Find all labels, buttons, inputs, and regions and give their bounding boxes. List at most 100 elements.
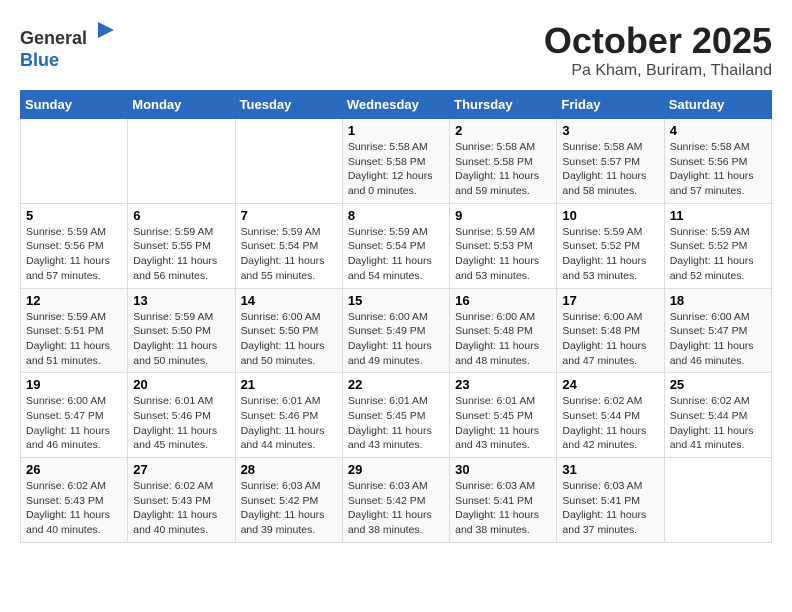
day-number: 6 [133, 208, 229, 223]
table-row: 14Sunrise: 6:00 AMSunset: 5:50 PMDayligh… [235, 288, 342, 373]
table-row: 17 Sunrise: 6:00 AMSunset: 5:48 PMDayligh… [557, 288, 664, 373]
table-row: 20 Sunrise: 6:01 AMSunset: 5:46 PMDayligh… [128, 373, 235, 458]
day-info: Sunrise: 5:58 AMSunset: 5:56 PMDaylight:… [670, 140, 766, 199]
title-block: October 2025 Pa Kham, Buriram, Thailand [544, 20, 772, 80]
table-row: 2 Sunrise: 5:58 AMSunset: 5:58 PMDaylight… [450, 119, 557, 204]
day-number: 7 [241, 208, 337, 223]
day-info: Sunrise: 6:02 AMSunset: 5:44 PMDaylight:… [670, 394, 766, 453]
day-number: 21 [241, 377, 337, 392]
day-info: Sunrise: 6:02 AMSunset: 5:43 PMDaylight:… [133, 479, 229, 538]
header-sunday: Sunday [21, 91, 128, 119]
header-monday: Monday [128, 91, 235, 119]
day-info: Sunrise: 6:00 AMSunset: 5:48 PMDaylight:… [455, 310, 551, 369]
day-info: Sunrise: 5:59 AMSunset: 5:56 PMDaylight:… [26, 225, 122, 284]
week-row-3: 12Sunrise: 5:59 AMSunset: 5:51 PMDayligh… [21, 288, 772, 373]
day-number: 5 [26, 208, 122, 223]
day-info: Sunrise: 6:01 AMSunset: 5:46 PMDaylight:… [133, 394, 229, 453]
table-row: 30Sunrise: 6:03 AMSunset: 5:41 PMDayligh… [450, 458, 557, 543]
table-row: 15Sunrise: 6:00 AMSunset: 5:49 PMDayligh… [342, 288, 449, 373]
table-row: 28 Sunrise: 6:03 AMSunset: 5:42 PMDayligh… [235, 458, 342, 543]
week-row-4: 19 Sunrise: 6:00 AMSunset: 5:47 PMDayligh… [21, 373, 772, 458]
day-number: 25 [670, 377, 766, 392]
header-saturday: Saturday [664, 91, 771, 119]
header-tuesday: Tuesday [235, 91, 342, 119]
day-number: 2 [455, 123, 551, 138]
day-number: 31 [562, 462, 658, 477]
day-info: Sunrise: 5:59 AMSunset: 5:54 PMDaylight:… [348, 225, 444, 284]
weekday-header-row: SundayMondayTuesdayWednesdayThursdayFrid… [21, 91, 772, 119]
day-info: Sunrise: 5:58 AMSunset: 5:58 PMDaylight:… [348, 140, 444, 199]
table-row: 9 Sunrise: 5:59 AMSunset: 5:53 PMDaylight… [450, 203, 557, 288]
day-info: Sunrise: 6:00 AMSunset: 5:50 PMDaylight:… [241, 310, 337, 369]
day-number: 29 [348, 462, 444, 477]
day-info: Sunrise: 6:01 AMSunset: 5:46 PMDaylight:… [241, 394, 337, 453]
logo: General Blue [20, 20, 118, 71]
week-row-1: 1 Sunrise: 5:58 AMSunset: 5:58 PMDaylight… [21, 119, 772, 204]
table-row: 19 Sunrise: 6:00 AMSunset: 5:47 PMDayligh… [21, 373, 128, 458]
table-row: 27 Sunrise: 6:02 AMSunset: 5:43 PMDayligh… [128, 458, 235, 543]
table-row: 4 Sunrise: 5:58 AMSunset: 5:56 PMDaylight… [664, 119, 771, 204]
day-number: 19 [26, 377, 122, 392]
table-row: 18Sunrise: 6:00 AMSunset: 5:47 PMDayligh… [664, 288, 771, 373]
header-friday: Friday [557, 91, 664, 119]
day-number: 28 [241, 462, 337, 477]
day-number: 16 [455, 293, 551, 308]
day-info: Sunrise: 6:00 AMSunset: 5:48 PMDaylight:… [562, 310, 658, 369]
day-info: Sunrise: 5:59 AMSunset: 5:53 PMDaylight:… [455, 225, 551, 284]
day-info: Sunrise: 5:59 AMSunset: 5:50 PMDaylight:… [133, 310, 229, 369]
day-info: Sunrise: 6:03 AMSunset: 5:42 PMDaylight:… [241, 479, 337, 538]
day-info: Sunrise: 5:59 AMSunset: 5:54 PMDaylight:… [241, 225, 337, 284]
day-info: Sunrise: 6:01 AMSunset: 5:45 PMDaylight:… [455, 394, 551, 453]
day-number: 20 [133, 377, 229, 392]
table-row: 7 Sunrise: 5:59 AMSunset: 5:54 PMDaylight… [235, 203, 342, 288]
day-number: 23 [455, 377, 551, 392]
table-row [664, 458, 771, 543]
table-row [21, 119, 128, 204]
table-row: 21 Sunrise: 6:01 AMSunset: 5:46 PMDayligh… [235, 373, 342, 458]
day-number: 12 [26, 293, 122, 308]
day-info: Sunrise: 6:00 AMSunset: 5:49 PMDaylight:… [348, 310, 444, 369]
header-thursday: Thursday [450, 91, 557, 119]
day-info: Sunrise: 6:02 AMSunset: 5:44 PMDaylight:… [562, 394, 658, 453]
day-info: Sunrise: 5:59 AMSunset: 5:52 PMDaylight:… [562, 225, 658, 284]
table-row: 22Sunrise: 6:01 AMSunset: 5:45 PMDayligh… [342, 373, 449, 458]
day-number: 4 [670, 123, 766, 138]
day-number: 9 [455, 208, 551, 223]
day-number: 17 [562, 293, 658, 308]
day-info: Sunrise: 5:58 AMSunset: 5:58 PMDaylight:… [455, 140, 551, 199]
location-subtitle: Pa Kham, Buriram, Thailand [544, 62, 772, 80]
day-info: Sunrise: 6:00 AMSunset: 5:47 PMDaylight:… [670, 310, 766, 369]
table-row: 23 Sunrise: 6:01 AMSunset: 5:45 PMDayligh… [450, 373, 557, 458]
day-info: Sunrise: 6:02 AMSunset: 5:43 PMDaylight:… [26, 479, 122, 538]
table-row [235, 119, 342, 204]
table-row: 26Sunrise: 6:02 AMSunset: 5:43 PMDayligh… [21, 458, 128, 543]
day-number: 27 [133, 462, 229, 477]
day-info: Sunrise: 5:59 AMSunset: 5:52 PMDaylight:… [670, 225, 766, 284]
day-info: Sunrise: 6:00 AMSunset: 5:47 PMDaylight:… [26, 394, 122, 453]
week-row-2: 5 Sunrise: 5:59 AMSunset: 5:56 PMDaylight… [21, 203, 772, 288]
logo-blue-text: Blue [20, 50, 59, 70]
table-row: 1 Sunrise: 5:58 AMSunset: 5:58 PMDaylight… [342, 119, 449, 204]
logo-flag-icon [94, 20, 118, 44]
table-row: 25 Sunrise: 6:02 AMSunset: 5:44 PMDayligh… [664, 373, 771, 458]
day-info: Sunrise: 6:01 AMSunset: 5:45 PMDaylight:… [348, 394, 444, 453]
week-row-5: 26Sunrise: 6:02 AMSunset: 5:43 PMDayligh… [21, 458, 772, 543]
day-info: Sunrise: 5:58 AMSunset: 5:57 PMDaylight:… [562, 140, 658, 199]
day-number: 24 [562, 377, 658, 392]
day-number: 11 [670, 208, 766, 223]
table-row: 12Sunrise: 5:59 AMSunset: 5:51 PMDayligh… [21, 288, 128, 373]
header-wednesday: Wednesday [342, 91, 449, 119]
day-number: 3 [562, 123, 658, 138]
day-number: 10 [562, 208, 658, 223]
day-number: 8 [348, 208, 444, 223]
calendar-table: SundayMondayTuesdayWednesdayThursdayFrid… [20, 90, 772, 543]
table-row: 11 Sunrise: 5:59 AMSunset: 5:52 PMDayligh… [664, 203, 771, 288]
table-row: 8 Sunrise: 5:59 AMSunset: 5:54 PMDaylight… [342, 203, 449, 288]
table-row: 24 Sunrise: 6:02 AMSunset: 5:44 PMDayligh… [557, 373, 664, 458]
day-number: 1 [348, 123, 444, 138]
day-info: Sunrise: 5:59 AMSunset: 5:55 PMDaylight:… [133, 225, 229, 284]
table-row: 16 Sunrise: 6:00 AMSunset: 5:48 PMDayligh… [450, 288, 557, 373]
day-info: Sunrise: 6:03 AMSunset: 5:42 PMDaylight:… [348, 479, 444, 538]
logo-general-text: General [20, 28, 87, 48]
table-row [128, 119, 235, 204]
